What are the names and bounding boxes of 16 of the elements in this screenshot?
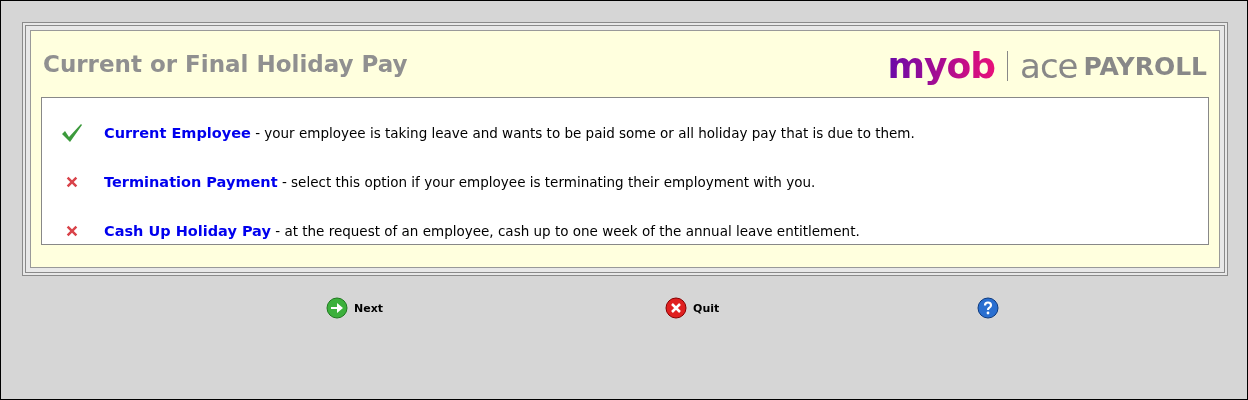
- option-link[interactable]: Current Employee: [104, 124, 251, 141]
- help-icon: [977, 297, 1000, 319]
- close-icon: [665, 297, 688, 319]
- option-description: Termination Payment - select this option if your employee is terminating their employment with you.: [104, 173, 816, 190]
- option-description: Cash Up Holiday Pay - at the request of an employee, cash up to one week of the annual leave entitlement.: [104, 222, 860, 239]
- product-name: PAYROLL: [1083, 51, 1207, 81]
- cross-icon: [65, 223, 79, 238]
- quit-button[interactable]: Quit: [665, 297, 720, 319]
- help-button[interactable]: [977, 297, 1000, 319]
- cross-icon: [65, 174, 79, 189]
- option-link[interactable]: Termination Payment: [104, 173, 278, 190]
- next-button[interactable]: Next: [326, 297, 384, 319]
- product-logo: ace: [1020, 46, 1078, 86]
- option-link[interactable]: Cash Up Holiday Pay: [104, 222, 271, 239]
- page-title: Current or Final Holiday Pay: [43, 51, 408, 77]
- option-description: Current Employee - your employee is taking leave and wants to be paid some or all holiday pay that is due to them.: [104, 124, 915, 141]
